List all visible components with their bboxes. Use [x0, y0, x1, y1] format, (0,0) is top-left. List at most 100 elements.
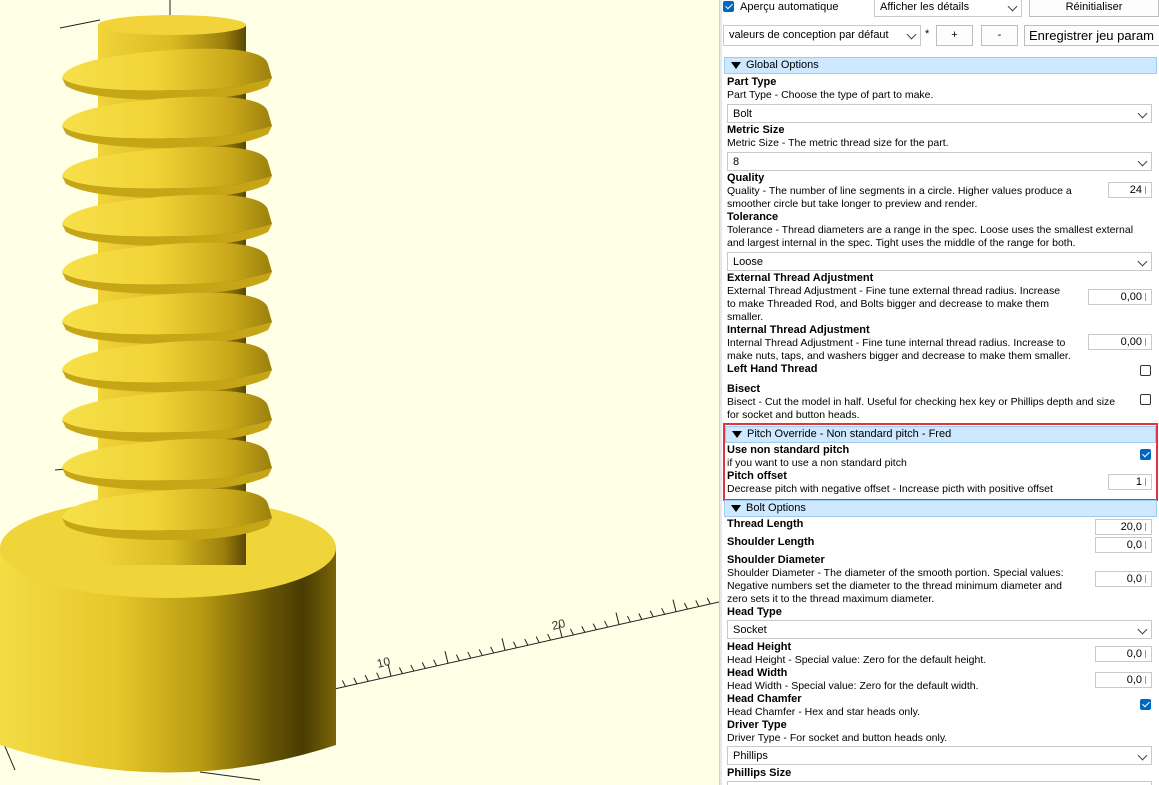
axis-tick	[376, 672, 381, 679]
save-preset-button[interactable]: Enregistrer jeu param	[1024, 25, 1159, 46]
part-type-select[interactable]: Bolt	[727, 104, 1152, 123]
axis-tick	[661, 607, 666, 615]
axis-tick	[421, 662, 426, 669]
auto-preview-checkbox[interactable]	[723, 1, 734, 12]
add-preset-button[interactable]: +	[936, 25, 973, 46]
chevron-down-icon	[1137, 624, 1148, 635]
param-desc: and largest internal in the spec. Tight …	[727, 237, 1076, 249]
axis-tick	[706, 597, 711, 605]
bisect-checkbox[interactable]	[1140, 394, 1151, 405]
axis-tick	[398, 667, 403, 674]
chevron-down-icon	[1137, 750, 1148, 761]
param-desc: smaller.	[727, 311, 764, 323]
param-desc: Quality - The number of line segments in…	[727, 185, 1072, 197]
section-title: Bolt Options	[746, 502, 806, 514]
phillips-size-select[interactable]	[727, 781, 1152, 785]
axis-tick	[353, 677, 358, 685]
quality-spinbox[interactable]: 24	[1108, 182, 1152, 198]
details-select[interactable]: Afficher les détails	[874, 0, 1022, 17]
param-name: Shoulder Length	[727, 536, 815, 548]
axis-tick	[501, 638, 506, 651]
chevron-down-icon	[1007, 1, 1018, 12]
highlight-box	[723, 423, 1158, 501]
head-type-select[interactable]: Socket	[727, 620, 1152, 639]
param-name: Head Chamfer	[727, 693, 802, 705]
thread-ridge	[62, 488, 272, 540]
param-desc: Negative numbers set the diameter to the…	[727, 580, 1063, 592]
select-value: Loose	[733, 256, 763, 268]
param-name: Left Hand Thread	[727, 363, 818, 375]
param-name: Head Height	[727, 641, 792, 653]
section-bolt-options[interactable]: Bolt Options	[724, 500, 1157, 517]
axis-tick	[569, 628, 574, 636]
param-name: Quality	[727, 172, 765, 184]
param-name: External Thread Adjustment	[727, 272, 874, 284]
section-title: Global Options	[746, 59, 819, 71]
param-desc: Shoulder Diameter - The diameter of the …	[727, 567, 1064, 579]
axis-tick	[512, 641, 517, 648]
param-name: Driver Type	[727, 719, 787, 731]
axis-tick	[672, 599, 677, 612]
axis-tick	[547, 633, 552, 641]
head-chamfer-checkbox[interactable]	[1140, 699, 1151, 710]
thread-ridge	[62, 242, 272, 294]
param-desc: zero sets it to the thread maximum diame…	[727, 593, 935, 605]
int-thread-spinbox[interactable]: 0,00	[1088, 334, 1152, 350]
axis-tick	[592, 623, 597, 630]
param-name: Bisect	[727, 383, 761, 395]
param-name: Metric Size	[727, 124, 785, 136]
param-name: Internal Thread Adjustment	[727, 324, 870, 336]
param-desc: Part Type - Choose the type of part to m…	[727, 89, 934, 101]
thread-length-spinbox[interactable]: 20,0	[1095, 519, 1152, 535]
shoulder-diameter-spinbox[interactable]: 0,0	[1095, 571, 1152, 587]
param-desc: Driver Type - For socket and button head…	[727, 732, 948, 744]
3d-viewport[interactable]: 10 20	[0, 0, 719, 785]
modified-marker: *	[925, 28, 930, 40]
remove-preset-button[interactable]: -	[981, 25, 1018, 46]
reset-button[interactable]: Réinitialiser	[1029, 0, 1159, 17]
axis-tick	[604, 620, 609, 628]
thread-ridge	[62, 390, 272, 442]
param-desc: Head Width - Special value: Zero for the…	[727, 680, 979, 692]
param-desc: External Thread Adjustment - Fine tune e…	[727, 285, 1061, 297]
left-hand-thread-checkbox[interactable]	[1140, 365, 1151, 376]
param-name: Phillips Size	[727, 767, 792, 779]
axis-tick	[626, 615, 631, 623]
axis-tick	[455, 654, 460, 661]
axis-tick	[478, 649, 483, 656]
axis-tick	[683, 602, 688, 610]
select-value: Socket	[733, 624, 767, 636]
chevron-down-icon	[906, 29, 917, 40]
axis-tick	[433, 659, 438, 667]
metric-size-select[interactable]: 8	[727, 152, 1152, 171]
param-desc: make nuts, taps, and washers bigger and …	[727, 350, 1071, 362]
preset-select-value: valeurs de conception par défaut	[729, 29, 889, 41]
preset-select[interactable]: valeurs de conception par défaut	[723, 25, 921, 46]
axis-tick	[444, 651, 449, 664]
param-desc: Internal Thread Adjustment - Fine tune i…	[727, 337, 1066, 349]
param-desc: Head Chamfer - Hex and star heads only.	[727, 706, 920, 718]
param-desc: Head Height - Special value: Zero for th…	[727, 654, 987, 666]
shoulder-length-spinbox[interactable]: 0,0	[1095, 537, 1152, 553]
axis-tick	[649, 610, 654, 617]
tolerance-select[interactable]: Loose	[727, 252, 1152, 271]
customizer-panel: Aperçu automatique Afficher les détails …	[722, 0, 1159, 785]
axis-tick	[467, 651, 472, 659]
axis-tick	[535, 636, 540, 643]
axis-tick	[615, 612, 620, 625]
section-global-options[interactable]: Global Options	[724, 57, 1157, 74]
axis-tick	[364, 675, 369, 682]
driver-type-select[interactable]: Phillips	[727, 746, 1152, 765]
thread-ridge	[62, 340, 272, 392]
auto-preview-label: Aperçu automatique	[740, 1, 839, 13]
head-height-spinbox[interactable]: 0,0	[1095, 646, 1152, 662]
param-desc: for socket and button heads.	[727, 409, 860, 421]
param-desc: smoother circle but take longer to previ…	[727, 198, 978, 210]
param-name: Part Type	[727, 76, 777, 88]
ext-thread-spinbox[interactable]: 0,00	[1088, 289, 1152, 305]
bolt-model-render: 10 20	[0, 0, 719, 781]
param-desc: to make Threaded Rod, and Bolts bigger a…	[727, 298, 1049, 310]
axis-tick	[581, 626, 586, 633]
head-width-spinbox[interactable]: 0,0	[1095, 672, 1152, 688]
axis-tick-label-20: 20	[550, 616, 567, 633]
